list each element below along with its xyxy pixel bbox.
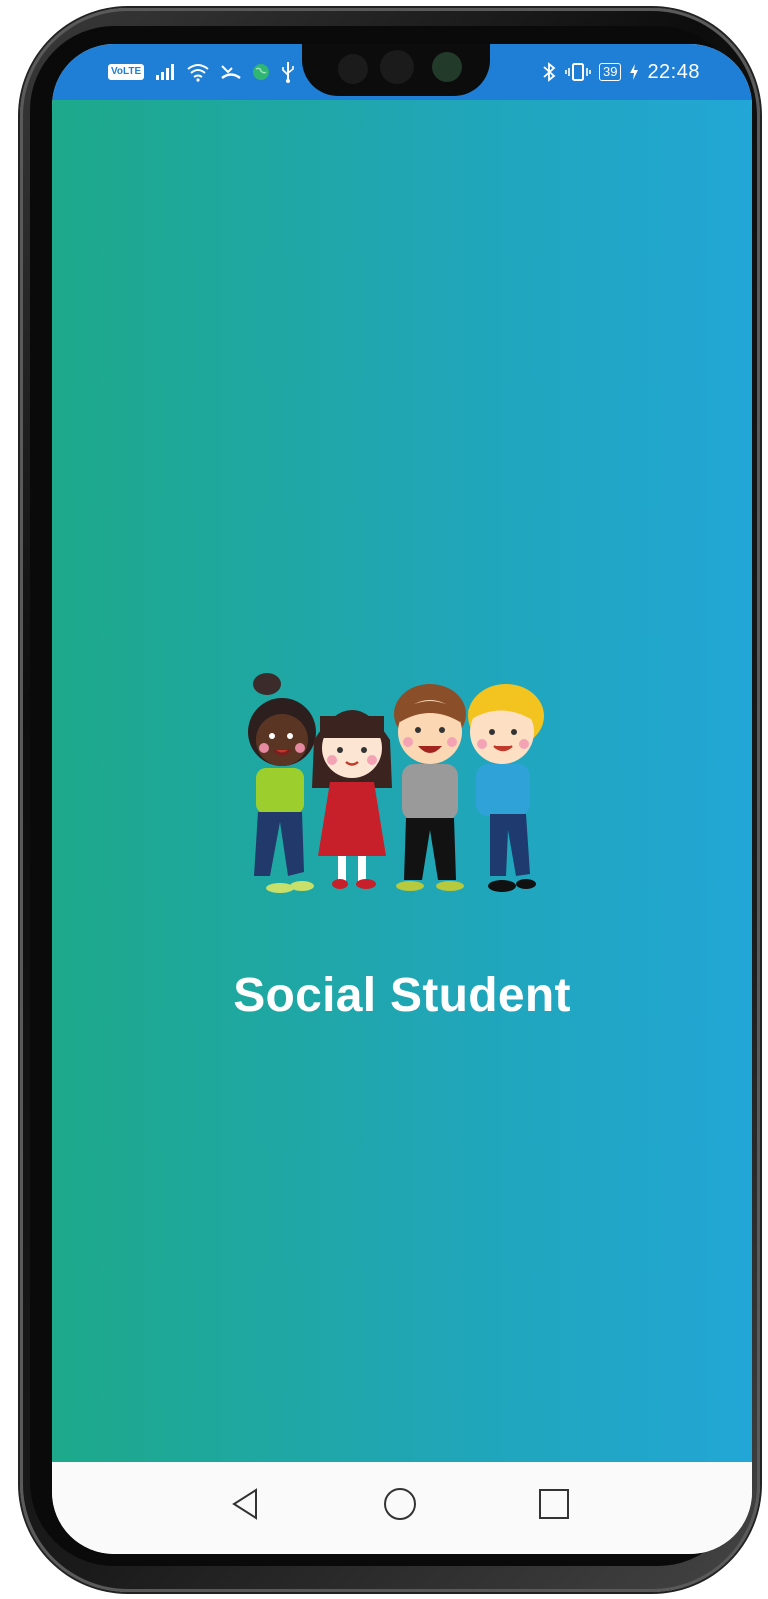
kids-illustration [248, 673, 544, 893]
usb-icon [282, 62, 294, 83]
bluetooth-icon [543, 62, 556, 82]
vpn-globe-icon [253, 64, 270, 80]
kid-1-figure [248, 673, 316, 893]
device-mockup: VoLTE 39 22:48 Social Student [0, 0, 768, 1599]
system-nav-bar [52, 1462, 752, 1554]
signal-icon [156, 64, 175, 80]
kid-3-figure [394, 684, 466, 891]
splash-screen: Social Student [52, 100, 752, 1462]
missed-call-icon [221, 65, 241, 79]
earpiece-icon [380, 50, 414, 84]
status-bar: VoLTE 39 22:48 [52, 44, 752, 100]
status-left-icons: VoLTE [108, 58, 296, 86]
sensor-icon [338, 54, 368, 84]
phone-screen: VoLTE 39 22:48 Social Student [52, 44, 752, 1554]
wifi-icon [187, 64, 209, 82]
status-clock: 22:48 [647, 60, 700, 83]
camera-notch [302, 44, 490, 96]
status-right-icons: 39 22:48 [541, 58, 700, 86]
kid-2-figure [312, 710, 392, 889]
home-circle-icon[interactable] [378, 1482, 422, 1526]
app-title: Social Student [233, 969, 571, 1022]
back-triangle-icon[interactable] [224, 1482, 268, 1526]
vibrate-icon [565, 63, 591, 81]
front-camera-icon [432, 52, 462, 82]
battery-indicator: 39 [598, 63, 622, 81]
recents-square-icon[interactable] [532, 1482, 576, 1526]
kid-4-figure [468, 684, 544, 892]
charging-icon [630, 64, 639, 80]
volte-badge: VoLTE [108, 64, 145, 80]
